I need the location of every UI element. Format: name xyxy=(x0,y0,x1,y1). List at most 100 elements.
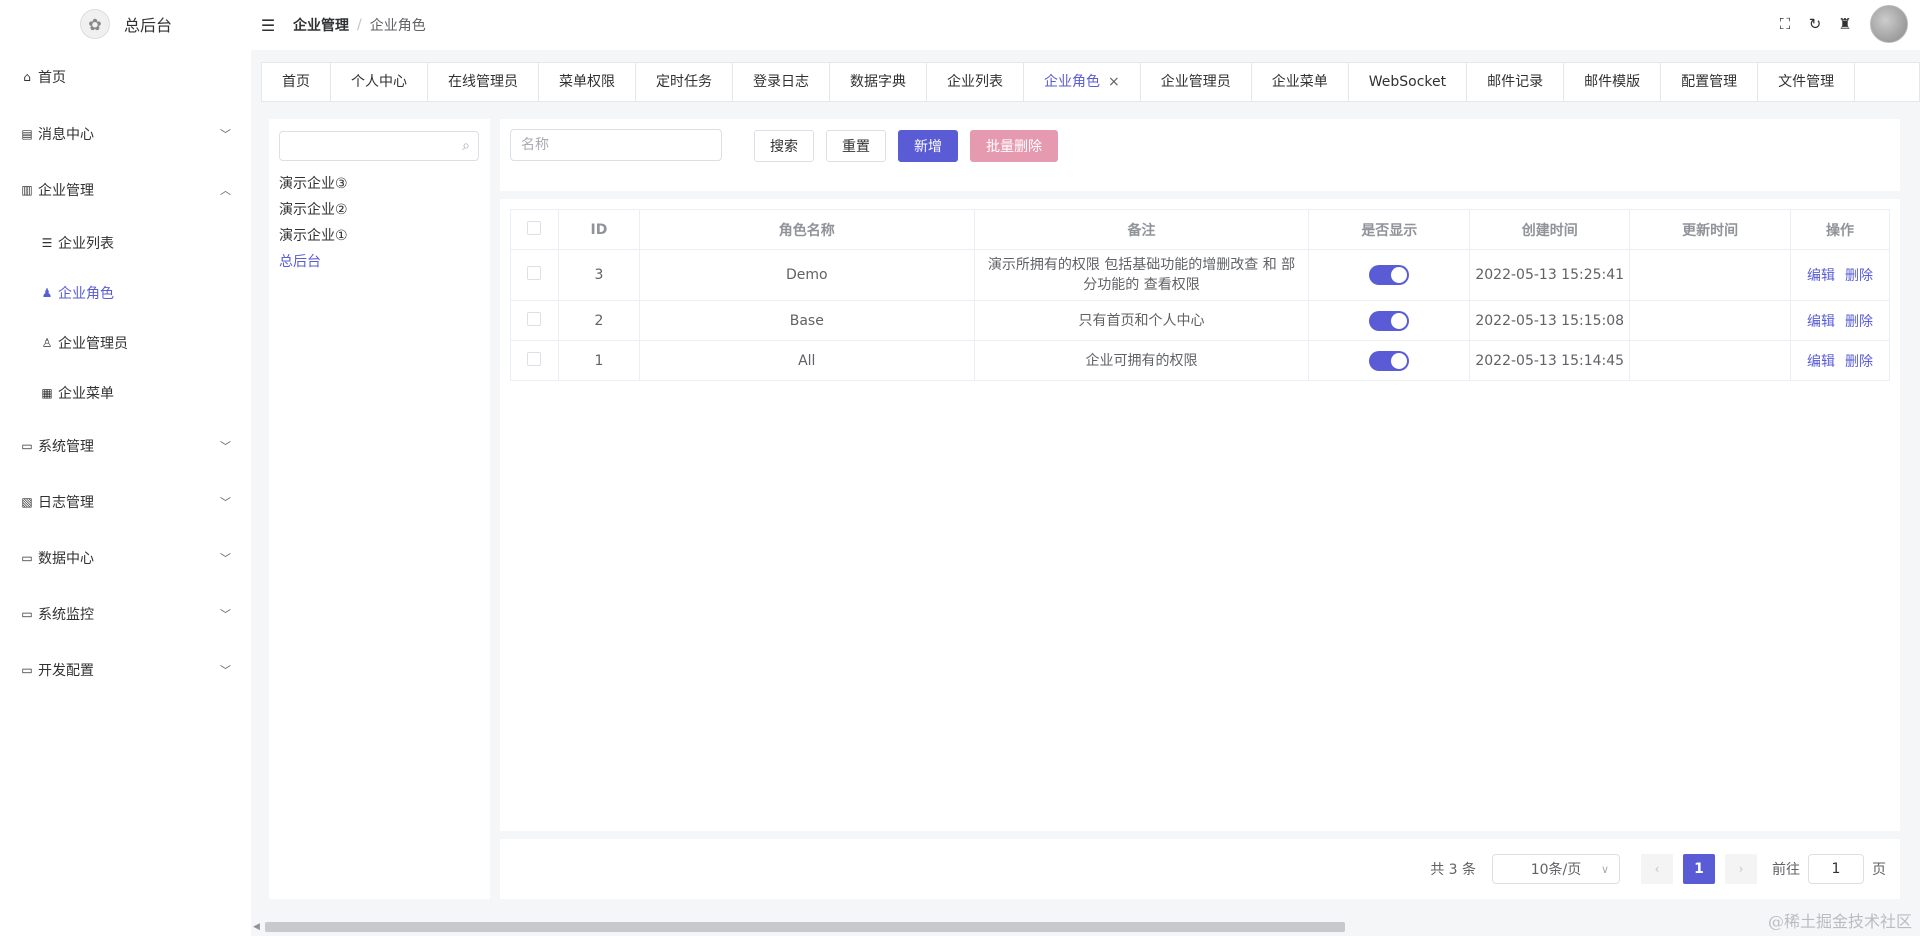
sidebar-subitem[interactable]: ♙ 企业管理员 xyxy=(0,318,251,368)
tab-label: 菜单权限 xyxy=(559,74,615,90)
tab[interactable]: 配置管理 xyxy=(1661,63,1759,101)
tab[interactable]: 登录日志 xyxy=(733,63,830,101)
edit-button[interactable]: 编辑 xyxy=(1807,354,1835,370)
broom-icon[interactable]: ♜ xyxy=(1836,15,1854,33)
tab[interactable]: 企业列表 xyxy=(927,63,1024,101)
refresh-icon[interactable]: ↻ xyxy=(1806,15,1824,33)
goto-page-input[interactable] xyxy=(1808,854,1864,884)
tab[interactable]: 企业菜单 xyxy=(1252,63,1349,101)
page-size-select[interactable]: 10条/页 ∨ xyxy=(1492,854,1620,884)
row-checkbox[interactable] xyxy=(527,266,542,280)
sidebar-item-label: 首页 xyxy=(38,70,66,86)
delete-button[interactable]: 删除 xyxy=(1845,314,1873,330)
horizontal-scrollbar[interactable]: ◀ xyxy=(251,918,1920,936)
sidebar-subitem[interactable]: ▦ 企业菜单 xyxy=(0,368,251,418)
row-select-cell[interactable] xyxy=(510,300,559,341)
delete-button[interactable]: 删除 xyxy=(1845,354,1873,370)
tree-node[interactable]: 总后台 xyxy=(279,249,348,275)
page-size-value: 10条/页 xyxy=(1530,862,1582,878)
logo-icon: ✿ xyxy=(80,9,110,39)
total-count: 共 3 条 xyxy=(1430,862,1476,878)
cell-created: 2022-05-13 15:14:45 xyxy=(1469,340,1631,381)
breadcrumb-item-parent[interactable]: 企业管理 xyxy=(293,15,349,35)
tab[interactable]: 企业角色 × xyxy=(1024,63,1141,101)
breadcrumb: 企业管理 / 企业角色 xyxy=(293,15,426,35)
edit-button[interactable]: 编辑 xyxy=(1807,268,1835,284)
tab-label: 企业菜单 xyxy=(1271,74,1328,90)
sidebar-item[interactable]: ⌂ 首页 xyxy=(0,48,251,106)
tab[interactable]: 数据字典 xyxy=(830,63,927,101)
tab[interactable]: 邮件模版 xyxy=(1564,63,1662,101)
tree-node[interactable]: 演示企业② xyxy=(279,197,348,223)
sidebar-subitem[interactable]: ☰ 企业列表 xyxy=(0,218,251,268)
cell-created: 2022-05-13 15:15:08 xyxy=(1469,300,1631,341)
tab[interactable]: WebSocket xyxy=(1349,63,1468,101)
sidebar-item[interactable]: ▥ 企业管理 ︿ xyxy=(0,162,251,218)
select-all-checkbox[interactable] xyxy=(527,220,542,235)
sidebar-item[interactable]: ▭ 开发配置 ﹀ xyxy=(0,642,251,698)
tab[interactable]: 文件管理 xyxy=(1758,63,1856,101)
column-header: 备注 xyxy=(973,209,1310,250)
reset-button[interactable]: 重置 xyxy=(826,130,886,162)
search-button[interactable]: 搜索 xyxy=(754,130,814,162)
delete-button[interactable]: 删除 xyxy=(1845,268,1873,284)
tab[interactable]: 菜单权限 xyxy=(539,63,636,101)
fold-menu-icon[interactable]: ☰ xyxy=(259,16,277,35)
name-search-input[interactable] xyxy=(510,129,722,161)
table-panel: ID 角色名称 备注 是否显示 创建时间 更新时间 操作 3 Demo 演示所拥有的… xyxy=(500,199,1900,831)
sidebar-item-label: 日志管理 xyxy=(38,495,94,511)
tab[interactable]: 个人中心 xyxy=(331,63,428,101)
sidebar-item[interactable]: ▭ 数据中心 ﹀ xyxy=(0,530,251,586)
prev-page-button[interactable]: ‹ xyxy=(1641,854,1673,884)
sidebar-item-label: 消息中心 xyxy=(38,127,94,143)
row-select-cell[interactable] xyxy=(510,249,559,301)
monitor-icon: ▭ xyxy=(21,439,33,453)
visibility-switch[interactable] xyxy=(1369,265,1410,285)
column-header: 角色名称 xyxy=(638,209,975,250)
sidebar-item[interactable]: ▤ 消息中心 ﹀ xyxy=(0,106,251,162)
column-header: 是否显示 xyxy=(1308,209,1471,250)
select-all-cell[interactable] xyxy=(510,209,559,250)
monitor-icon: ▭ xyxy=(21,663,33,677)
monitor-icon: ▭ xyxy=(21,551,33,565)
cell-actions: 编辑 删除 xyxy=(1790,300,1890,341)
tree-node[interactable]: 演示企业③ xyxy=(279,171,348,197)
sidebar-item[interactable]: ▧ 日志管理 ﹀ xyxy=(0,474,251,530)
visibility-switch[interactable] xyxy=(1369,310,1410,331)
row-checkbox[interactable] xyxy=(527,351,542,366)
avatar[interactable] xyxy=(1870,5,1908,43)
tab[interactable]: 定时任务 xyxy=(636,63,733,101)
tab-label: WebSocket xyxy=(1368,74,1447,90)
row-select-cell[interactable] xyxy=(510,340,559,381)
sidebar-item-label: 系统管理 xyxy=(38,439,94,455)
cell-remark: 只有首页和个人中心 xyxy=(973,300,1310,341)
scrollbar-thumb[interactable] xyxy=(265,922,1345,932)
sidebar-subitem-label: 企业列表 xyxy=(58,236,114,252)
fullscreen-icon[interactable]: ⛶ xyxy=(1776,15,1794,33)
visibility-switch[interactable] xyxy=(1369,350,1410,371)
row-checkbox[interactable] xyxy=(527,311,542,326)
header: ☰ 企业管理 / 企业角色 ⛶ ↻ ♜ xyxy=(251,0,1920,50)
edit-button[interactable]: 编辑 xyxy=(1807,314,1835,330)
tree-search-input[interactable]: ⌕ xyxy=(279,131,479,161)
scroll-left-icon[interactable]: ◀ xyxy=(253,922,260,932)
user-icon: ♙ xyxy=(41,336,53,350)
close-icon[interactable]: × xyxy=(1108,74,1120,90)
tab[interactable]: 企业管理员 xyxy=(1141,63,1252,101)
tab-label: 登录日志 xyxy=(753,74,809,90)
sidebar-item[interactable]: ▭ 系统管理 ﹀ xyxy=(0,418,251,474)
tree-node[interactable]: 演示企业① xyxy=(279,223,348,249)
next-page-button[interactable]: › xyxy=(1725,854,1757,884)
batch-delete-button[interactable]: 批量删除 xyxy=(970,130,1058,162)
page-number-current[interactable]: 1 xyxy=(1683,854,1715,884)
sidebar-item[interactable]: ▭ 系统监控 ﹀ xyxy=(0,586,251,642)
page-jumper: 前往 页 xyxy=(1772,854,1886,884)
sidebar-item-label: 系统监控 xyxy=(38,607,94,623)
sidebar-subitem[interactable]: ♟ 企业角色 xyxy=(0,268,251,318)
breadcrumb-item-current: 企业角色 xyxy=(369,18,426,34)
add-button[interactable]: 新增 xyxy=(898,130,958,162)
tab[interactable]: 邮件记录 xyxy=(1467,63,1565,101)
tab[interactable]: 在线管理员 xyxy=(428,63,539,101)
tab[interactable]: 首页 xyxy=(262,63,331,101)
tab-label: 在线管理员 xyxy=(448,74,518,90)
